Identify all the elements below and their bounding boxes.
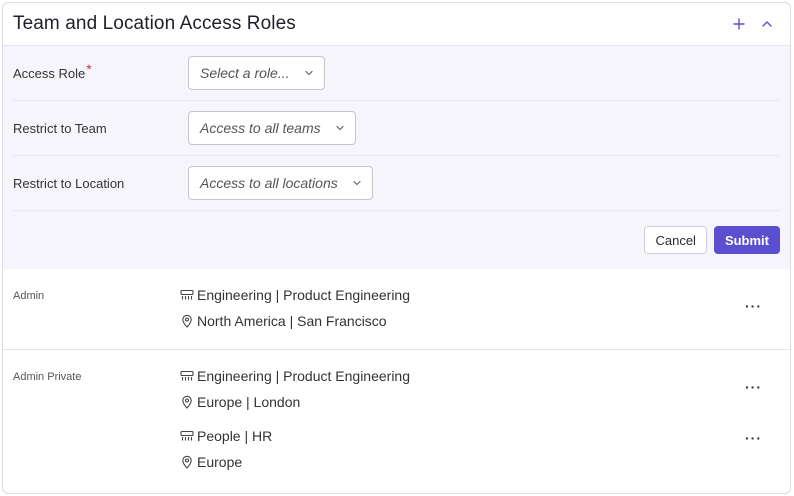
team-line: Engineering | Product Engineering [179,363,780,389]
role-entry: Engineering | Product Engineering North … [179,282,780,334]
chevron-down-icon [352,178,362,188]
access-role-label: Access Role* [13,61,92,81]
required-mark: * [86,61,92,77]
access-role-form: Access Role* Select a role... Restrict t… [3,46,790,269]
location-line: North America | San Francisco [179,308,780,334]
location-line: Europe | London [179,389,780,415]
access-roles-card: Team and Location Access Roles Access Ro… [2,2,791,494]
location-text: Europe [197,454,243,470]
team-text: People | HR [197,428,273,444]
cancel-button[interactable]: Cancel [644,226,707,254]
role-name: Admin [13,290,45,302]
role-entries: Engineering | Product Engineering Europe… [179,350,780,493]
form-actions: Cancel Submit [13,211,780,269]
team-icon [179,369,194,384]
restrict-team-label: Restrict to Team [13,120,107,136]
role-name: Admin Private [13,371,82,383]
location-text: Europe | London [197,394,301,410]
add-icon[interactable] [732,17,746,31]
team-line: People | HR [179,423,780,449]
team-text: Engineering | Product Engineering [197,368,411,384]
submit-button[interactable]: Submit [713,226,780,254]
access-role-select[interactable]: Select a role... [188,56,325,90]
header-actions [732,17,780,31]
more-options-icon[interactable]: ··· [745,299,762,313]
restrict-team-row: Restrict to Team Access to all teams [13,101,780,156]
team-select[interactable]: Access to all teams [188,111,356,145]
role-entry: Engineering | Product Engineering Europe… [179,363,780,415]
location-line: Europe [179,449,780,475]
location-pin-icon [179,395,194,410]
card-title: Team and Location Access Roles [13,13,296,34]
location-pin-icon [179,314,194,329]
team-icon [179,429,194,444]
role-entry: People | HR Europe ··· [179,423,780,475]
location-pin-icon [179,455,194,470]
team-line: Engineering | Product Engineering [179,282,780,308]
more-options-icon[interactable]: ··· [745,380,762,394]
restrict-location-row: Restrict to Location Access to all locat… [13,156,780,211]
location-select-value: Access to all locations [200,175,338,191]
more-options-icon[interactable]: ··· [745,431,762,445]
chevron-down-icon [304,68,314,78]
chevron-up-icon[interactable] [760,17,774,31]
location-select[interactable]: Access to all locations [188,166,373,200]
chevron-down-icon [335,123,345,133]
card-header: Team and Location Access Roles [3,3,790,46]
location-text: North America | San Francisco [197,313,387,329]
role-row: Admin Private Engineering | Product Engi… [3,350,790,493]
role-row: Admin Engineering | Product Engineering … [3,269,790,350]
access-role-placeholder: Select a role... [200,65,290,81]
team-select-value: Access to all teams [200,120,321,136]
team-icon [179,288,194,303]
team-text: Engineering | Product Engineering [197,287,411,303]
role-entries: Engineering | Product Engineering North … [179,269,780,349]
access-role-row: Access Role* Select a role... [13,46,780,101]
restrict-location-label: Restrict to Location [13,175,125,191]
